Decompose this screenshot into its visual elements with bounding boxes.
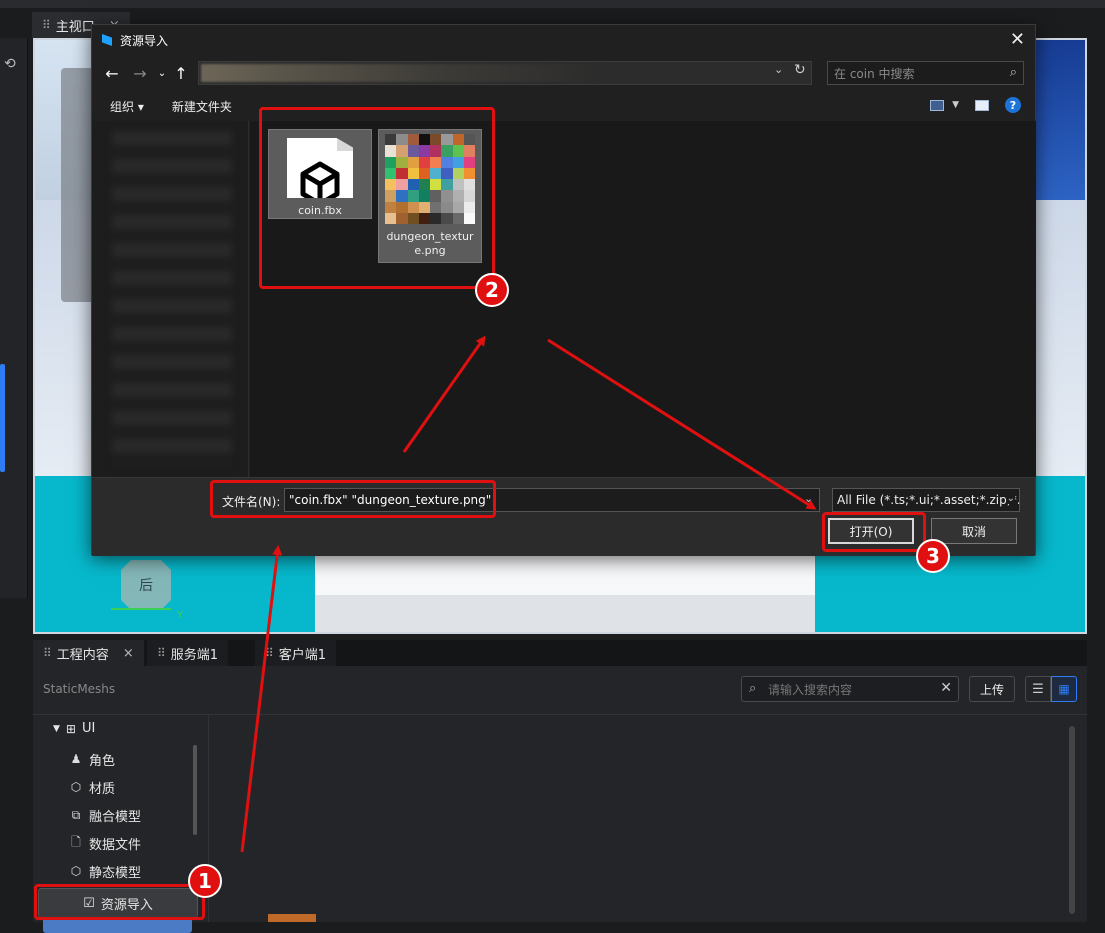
arrow-step1 [240, 545, 283, 853]
step-badge-1: 1 [188, 864, 222, 898]
arrow-step2 [402, 335, 486, 453]
step-badge-2: 2 [475, 273, 509, 307]
step-badge-3: 3 [916, 539, 950, 573]
annotation-arrows [240, 335, 817, 853]
arrow-step3 [547, 338, 817, 510]
